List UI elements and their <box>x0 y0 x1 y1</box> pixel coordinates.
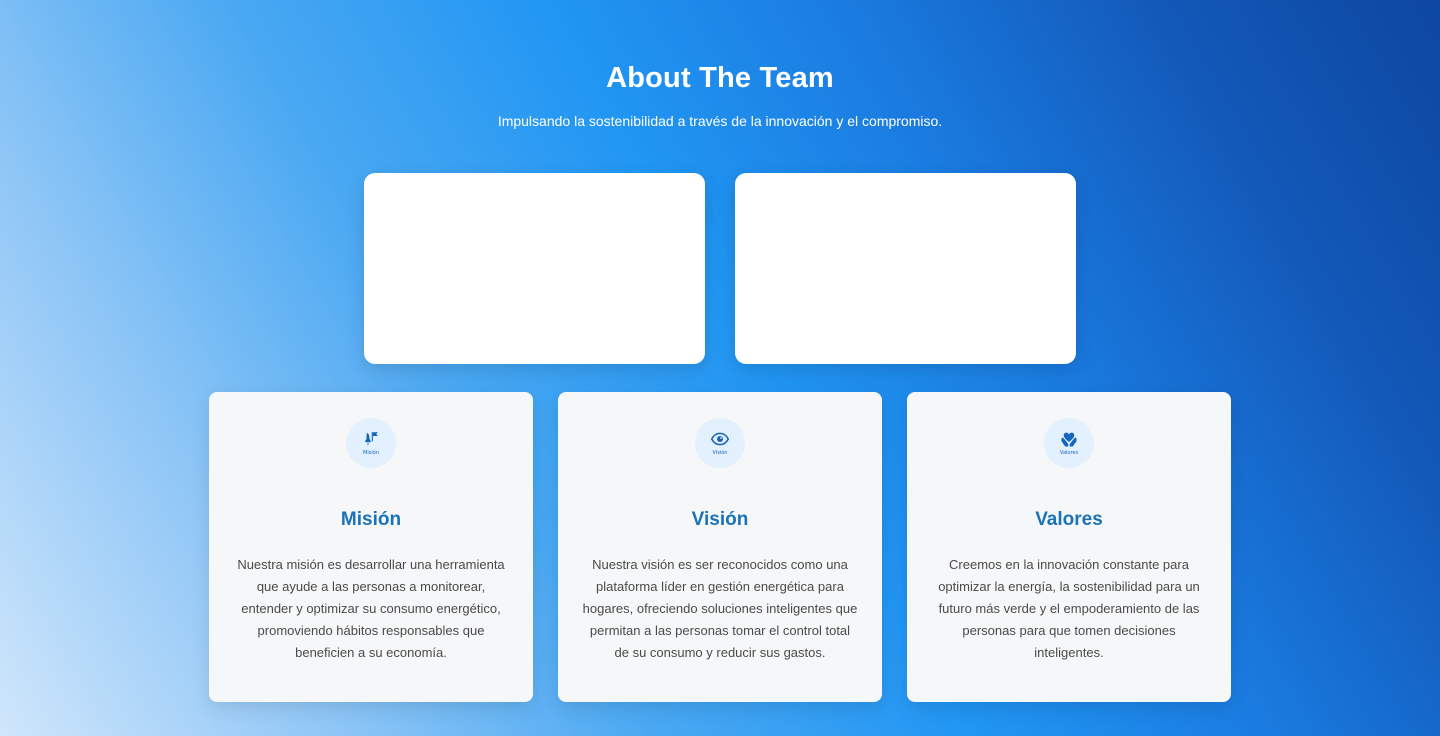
vision-text: Nuestra visión es ser reconocidos como u… <box>582 557 858 660</box>
page-title: About The Team <box>606 62 834 94</box>
heart-hands-icon <box>1061 432 1077 447</box>
mission-text: Nuestra misión es desarrollar una herram… <box>237 557 505 660</box>
mission-icon-caption: Misión <box>363 450 379 456</box>
values-text: Creemos en la innovación constante para … <box>938 557 1200 660</box>
mission-title: Misión <box>340 509 402 530</box>
vision-icon-badge: Visión <box>695 418 745 468</box>
values-card: Valores Valores Creemos en la innovación… <box>907 392 1231 702</box>
values-title: Valores <box>1035 509 1103 530</box>
page-subtitle: Impulsando la sostenibilidad a través de… <box>497 113 943 129</box>
team-media-card-right <box>735 173 1076 364</box>
rocket-flag-icon <box>365 432 378 446</box>
vision-card: Visión Visión Nuestra visión es ser reco… <box>558 392 882 702</box>
vision-icon-caption: Visión <box>712 450 728 456</box>
values-icon-badge: Valores <box>1044 418 1094 468</box>
mission-card: Misión Misión Nuestra misión es desarrol… <box>209 392 533 702</box>
vision-title: Visión <box>691 509 749 530</box>
values-icon-caption: Valores <box>1059 450 1079 456</box>
eye-icon <box>711 432 729 446</box>
mission-icon-badge: Misión <box>346 418 396 468</box>
team-media-card-left <box>364 173 705 364</box>
